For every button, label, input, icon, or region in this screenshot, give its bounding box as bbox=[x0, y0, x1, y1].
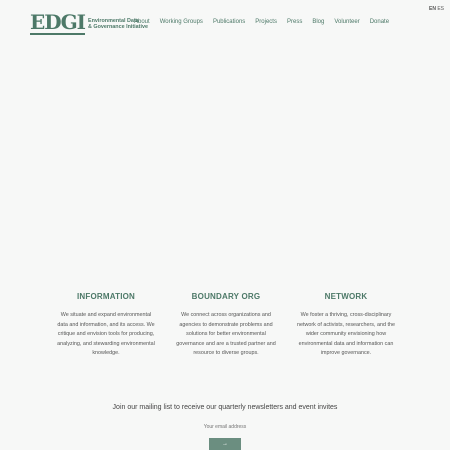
nav-volunteer[interactable]: Volunteer bbox=[334, 19, 359, 25]
column-network: NETWORK We foster a thriving, cross-disc… bbox=[296, 292, 396, 359]
lang-en[interactable]: EN bbox=[429, 6, 436, 12]
column-information: INFORMATION We situate and expand enviro… bbox=[56, 292, 156, 359]
nav-donate[interactable]: Donate bbox=[370, 19, 389, 25]
column-title: NETWORK bbox=[324, 292, 368, 301]
column-title: INFORMATION bbox=[76, 292, 136, 301]
column-text: We situate and expand environmental data… bbox=[57, 312, 155, 356]
column-text: We foster a thriving, cross-disciplinary… bbox=[297, 312, 395, 356]
column-text: We connect across organizations and agen… bbox=[176, 312, 276, 356]
nav-press[interactable]: Press bbox=[287, 19, 302, 25]
language-switcher: EN ES bbox=[429, 6, 444, 12]
nav-working-groups[interactable]: Working Groups bbox=[160, 19, 203, 25]
nav-publications[interactable]: Publications bbox=[213, 19, 245, 25]
nav-projects[interactable]: Projects bbox=[255, 19, 277, 25]
column-boundary-org: BOUNDARY ORG We connect across organizat… bbox=[176, 292, 276, 359]
email-input[interactable] bbox=[175, 422, 275, 432]
lang-es[interactable]: ES bbox=[437, 6, 444, 12]
subscribe-button[interactable]: → bbox=[209, 438, 241, 450]
mission-columns: INFORMATION We situate and expand enviro… bbox=[56, 292, 396, 359]
column-title: BOUNDARY ORG bbox=[191, 292, 261, 301]
logo-mark: EDGI bbox=[30, 10, 86, 35]
nav-blog[interactable]: Blog bbox=[312, 19, 324, 25]
site-header: EDGI Environmental Data & Governance Ini… bbox=[0, 0, 450, 44]
main-nav: About Working Groups Publications Projec… bbox=[134, 19, 389, 25]
nav-about[interactable]: About bbox=[134, 19, 150, 25]
mailing-list-heading: Join our mailing list to receive our qua… bbox=[112, 404, 338, 411]
site-logo[interactable]: EDGI Environmental Data & Governance Ini… bbox=[30, 12, 148, 35]
